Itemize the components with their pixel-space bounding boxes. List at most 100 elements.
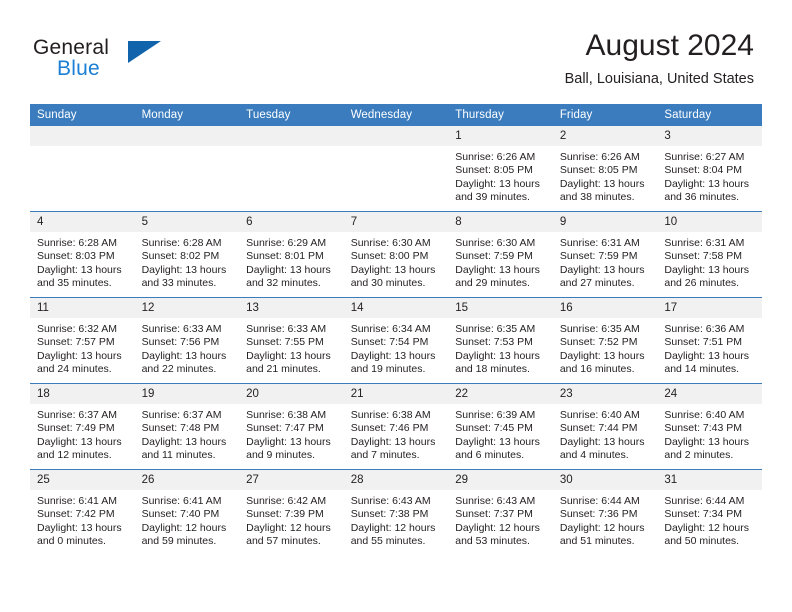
sunrise-text: Sunrise: 6:29 AM — [246, 237, 327, 249]
daylight-text-cont: and 14 minutes. — [664, 363, 740, 376]
daylight-text: Daylight: 13 hours — [37, 435, 122, 448]
calendar-day-cell[interactable]: 15 Sunrise: 6:35 AM Sunset: 7:53 PM Dayligh… — [448, 297, 553, 384]
weekday-header-saturday: Saturday — [657, 104, 762, 126]
weekday-header-row: Sunday Monday Tuesday Wednesday Thursday… — [30, 104, 762, 126]
daylight-text: Daylight: 13 hours — [350, 349, 436, 362]
sunset-text: Sunset: 7:49 PM — [37, 422, 115, 435]
calendar-day-cell[interactable]: 26 Sunrise: 6:41 AM Sunset: 7:40 PM Dayligh… — [134, 469, 240, 555]
calendar-day-cell[interactable]: 3 Sunrise: 6:27 AM Sunset: 8:04 PM Daylight… — [657, 126, 762, 212]
calendar-day-cell[interactable]: 1 Sunrise: 6:26 AM Sunset: 8:05 PM Daylight… — [448, 126, 553, 212]
calendar-day-cell[interactable]: 20 Sunrise: 6:38 AM Sunset: 7:47 PM Dayligh… — [239, 383, 344, 470]
sunset-text: Sunset: 8:04 PM — [664, 164, 743, 177]
day-number: 11 — [30, 298, 135, 318]
day-details: Sunrise: 6:39 AM Sunset: 7:45 PM Daylight:… — [448, 404, 553, 463]
calendar-day-cell[interactable]: 6 Sunrise: 6:29 AM Sunset: 8:01 PM Daylight… — [239, 211, 344, 298]
day-details: Sunrise: 6:26 AM Sunset: 8:05 PM Daylight:… — [553, 146, 658, 205]
daylight-text: Daylight: 13 hours — [37, 349, 122, 362]
calendar-day-cell[interactable]: 30 Sunrise: 6:44 AM Sunset: 7:36 PM Dayligh… — [552, 469, 658, 555]
calendar-day-cell[interactable]: 14 Sunrise: 6:34 AM Sunset: 7:54 PM Dayligh… — [343, 297, 449, 384]
sunrise-text: Sunrise: 6:43 AM — [455, 495, 536, 507]
calendar-day-cell[interactable]: 8 Sunrise: 6:30 AM Sunset: 7:59 PM Daylight… — [448, 211, 553, 298]
sunset-text: Sunset: 8:01 PM — [246, 250, 324, 263]
day-number: 28 — [343, 470, 449, 490]
daylight-text-cont: and 55 minutes. — [350, 535, 426, 548]
sunrise-text: Sunrise: 6:44 AM — [664, 495, 745, 507]
calendar-day-cell[interactable]: 4 Sunrise: 6:28 AM Sunset: 8:03 PM Daylight… — [30, 211, 135, 298]
weekday-header-tuesday: Tuesday — [239, 104, 344, 126]
calendar-day-cell[interactable]: 31 Sunrise: 6:44 AM Sunset: 7:34 PM Dayligh… — [657, 469, 762, 555]
calendar-day-cell[interactable]: 2 Sunrise: 6:26 AM Sunset: 8:05 PM Daylight… — [552, 126, 658, 212]
daylight-text: Daylight: 12 hours — [559, 521, 645, 534]
calendar-day-cell[interactable]: 13 Sunrise: 6:33 AM Sunset: 7:55 PM Dayligh… — [239, 297, 344, 384]
sunrise-text: Sunrise: 6:38 AM — [246, 409, 327, 421]
sunset-text: Sunset: 7:46 PM — [350, 422, 429, 435]
sunrise-text: Sunrise: 6:33 AM — [246, 323, 327, 335]
day-details: Sunrise: 6:38 AM Sunset: 7:46 PM Daylight:… — [344, 404, 449, 463]
daylight-text-cont: and 27 minutes. — [559, 277, 635, 290]
calendar-day-cell[interactable]: 27 Sunrise: 6:42 AM Sunset: 7:39 PM Dayligh… — [239, 469, 344, 555]
day-number: 31 — [657, 470, 762, 490]
calendar-week-row: 1 Sunrise: 6:26 AM Sunset: 8:05 PM Daylight… — [30, 126, 762, 212]
sunset-text: Sunset: 7:45 PM — [455, 422, 533, 435]
calendar-day-cell[interactable]: 9 Sunrise: 6:31 AM Sunset: 7:59 PM Daylight… — [552, 211, 658, 298]
calendar-day-cell[interactable]: 28 Sunrise: 6:43 AM Sunset: 7:38 PM Dayligh… — [343, 469, 449, 555]
sunrise-text: Sunrise: 6:42 AM — [246, 495, 327, 507]
daylight-text: Daylight: 13 hours — [350, 263, 436, 276]
sunrise-text: Sunrise: 6:41 AM — [141, 495, 222, 507]
calendar-week-row: 18 Sunrise: 6:37 AM Sunset: 7:49 PM Dayligh… — [30, 383, 762, 470]
calendar-day-cell[interactable]: 23 Sunrise: 6:40 AM Sunset: 7:44 PM Dayligh… — [552, 383, 658, 470]
calendar-day-cell[interactable]: 29 Sunrise: 6:43 AM Sunset: 7:37 PM Dayligh… — [448, 469, 553, 555]
day-number: 21 — [343, 384, 449, 404]
calendar-day-cell[interactable]: 17 Sunrise: 6:36 AM Sunset: 7:51 PM Dayligh… — [657, 297, 762, 384]
daylight-text: Daylight: 13 hours — [37, 263, 122, 276]
daylight-text-cont: and 30 minutes. — [350, 277, 426, 290]
calendar-day-cell[interactable]: 7 Sunrise: 6:30 AM Sunset: 8:00 PM Daylight… — [343, 211, 449, 298]
generalblue-logo[interactable]: General Blue — [33, 36, 213, 88]
sunset-text: Sunset: 7:42 PM — [37, 508, 115, 521]
sunrise-text: Sunrise: 6:28 AM — [37, 237, 117, 249]
sunset-text: Sunset: 8:00 PM — [350, 250, 429, 263]
calendar-day-cell[interactable]: 22 Sunrise: 6:39 AM Sunset: 7:45 PM Dayligh… — [448, 383, 553, 470]
day-details: Sunrise: 6:43 AM Sunset: 7:37 PM Daylight:… — [448, 490, 553, 549]
sunrise-text: Sunrise: 6:31 AM — [664, 237, 745, 249]
calendar-day-cell[interactable]: 19 Sunrise: 6:37 AM Sunset: 7:48 PM Dayligh… — [134, 383, 240, 470]
calendar-day-cell[interactable]: 25 Sunrise: 6:41 AM Sunset: 7:42 PM Dayligh… — [30, 469, 135, 555]
calendar-day-cell[interactable]: 11 Sunrise: 6:32 AM Sunset: 7:57 PM Dayligh… — [30, 297, 135, 384]
daylight-text-cont: and 0 minutes. — [37, 535, 106, 548]
sunset-text: Sunset: 7:43 PM — [664, 422, 743, 435]
page-title: August 2024 — [585, 29, 754, 62]
calendar-page: General Blue August 2024 Ball, Louisiana… — [0, 0, 792, 612]
sunset-text: Sunset: 7:59 PM — [455, 250, 533, 263]
sunrise-text: Sunrise: 6:37 AM — [141, 409, 222, 421]
logo-text-blue: Blue — [57, 57, 100, 80]
calendar-day-cell[interactable]: 21 Sunrise: 6:38 AM Sunset: 7:46 PM Dayligh… — [343, 383, 449, 470]
day-number: 27 — [239, 470, 344, 490]
day-number: 22 — [448, 384, 553, 404]
daylight-text-cont: and 7 minutes. — [350, 449, 420, 462]
sunset-text: Sunset: 7:58 PM — [664, 250, 743, 263]
day-number: 7 — [343, 212, 449, 232]
sunset-text: Sunset: 7:51 PM — [664, 336, 743, 349]
calendar-day-cell[interactable]: 24 Sunrise: 6:40 AM Sunset: 7:43 PM Dayligh… — [657, 383, 762, 470]
day-number: 24 — [657, 384, 762, 404]
sunset-text: Sunset: 7:53 PM — [455, 336, 533, 349]
daylight-text: Daylight: 13 hours — [455, 435, 540, 448]
calendar-day-cell[interactable]: 18 Sunrise: 6:37 AM Sunset: 7:49 PM Dayligh… — [30, 383, 135, 470]
calendar-day-cell[interactable]: 10 Sunrise: 6:31 AM Sunset: 7:58 PM Dayligh… — [657, 211, 762, 298]
daylight-text: Daylight: 13 hours — [350, 435, 436, 448]
day-details: Sunrise: 6:44 AM Sunset: 7:34 PM Daylight:… — [657, 490, 762, 549]
calendar-day-cell[interactable]: 5 Sunrise: 6:28 AM Sunset: 8:02 PM Daylight… — [134, 211, 240, 298]
daylight-text: Daylight: 13 hours — [664, 349, 750, 362]
sunrise-text: Sunrise: 6:43 AM — [350, 495, 431, 507]
daylight-text-cont: and 22 minutes. — [141, 363, 217, 376]
day-number: 9 — [552, 212, 658, 232]
calendar-weekday-header: Sunday Monday Tuesday Wednesday Thursday… — [30, 104, 762, 126]
calendar-day-cell[interactable]: 12 Sunrise: 6:33 AM Sunset: 7:56 PM Dayligh… — [134, 297, 240, 384]
sunrise-text: Sunrise: 6:44 AM — [559, 495, 640, 507]
day-number: 3 — [657, 126, 762, 146]
day-number: 30 — [552, 470, 658, 490]
day-number: 10 — [657, 212, 762, 232]
daylight-text-cont: and 6 minutes. — [455, 449, 525, 462]
calendar-day-cell[interactable]: 16 Sunrise: 6:35 AM Sunset: 7:52 PM Dayligh… — [552, 297, 658, 384]
daylight-text-cont: and 35 minutes. — [37, 277, 112, 290]
